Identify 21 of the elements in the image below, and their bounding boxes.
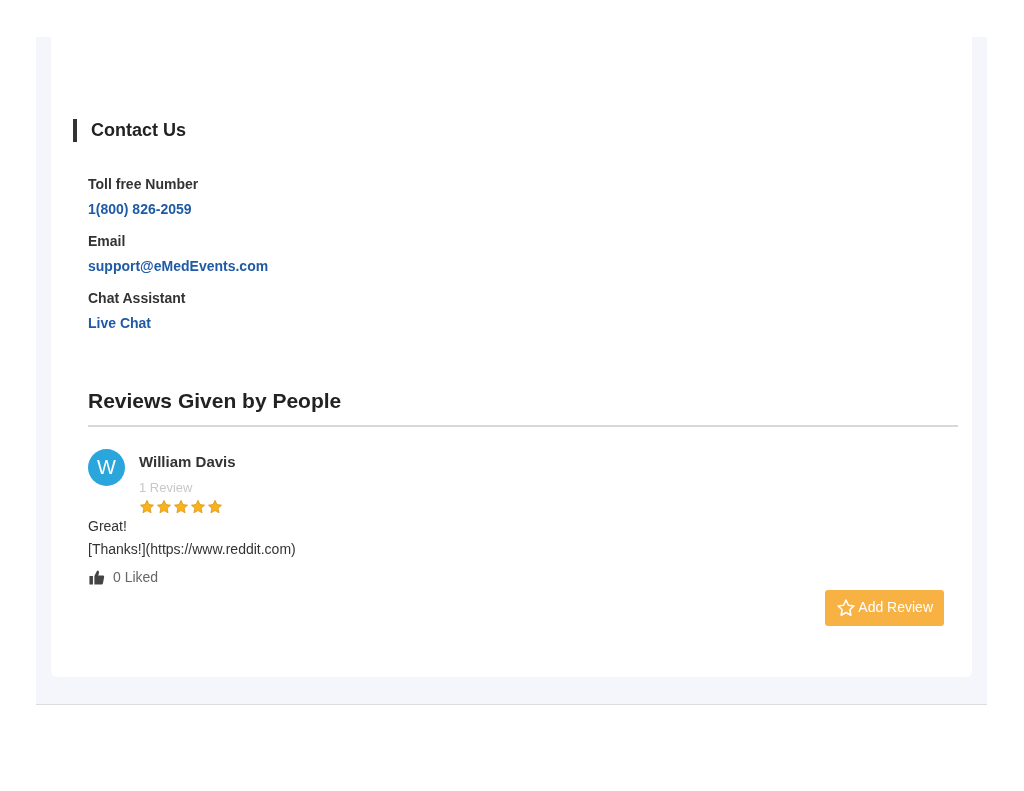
section-heading: Contact Us bbox=[91, 119, 186, 142]
contact-label: Email bbox=[88, 232, 127, 251]
thumbs-up-icon[interactable] bbox=[88, 568, 105, 586]
contact-link[interactable]: 1(800) 826-2059 bbox=[88, 199, 192, 219]
star-icon bbox=[190, 498, 206, 515]
contact-link[interactable]: support@eMedEvents.com bbox=[88, 256, 269, 276]
section-heading: Reviews Given by People bbox=[88, 388, 343, 414]
star-icon bbox=[139, 498, 155, 515]
contact-label: Toll free Number bbox=[88, 175, 200, 194]
avatar: W bbox=[88, 448, 125, 486]
star-icon bbox=[836, 597, 857, 618]
star-icon bbox=[207, 498, 223, 515]
review-text: Great! bbox=[88, 516, 127, 536]
reviewer-name: William Davis bbox=[139, 451, 236, 472]
contact-label: Chat Assistant bbox=[88, 289, 187, 308]
like-count: 0 Liked bbox=[113, 567, 159, 587]
contact-link[interactable]: Live Chat bbox=[88, 313, 151, 333]
heading-bar bbox=[73, 119, 77, 142]
star-icon bbox=[156, 498, 172, 515]
review-text: [Thanks!](https://www.reddit.com) bbox=[88, 539, 296, 559]
star-icon bbox=[173, 498, 189, 515]
